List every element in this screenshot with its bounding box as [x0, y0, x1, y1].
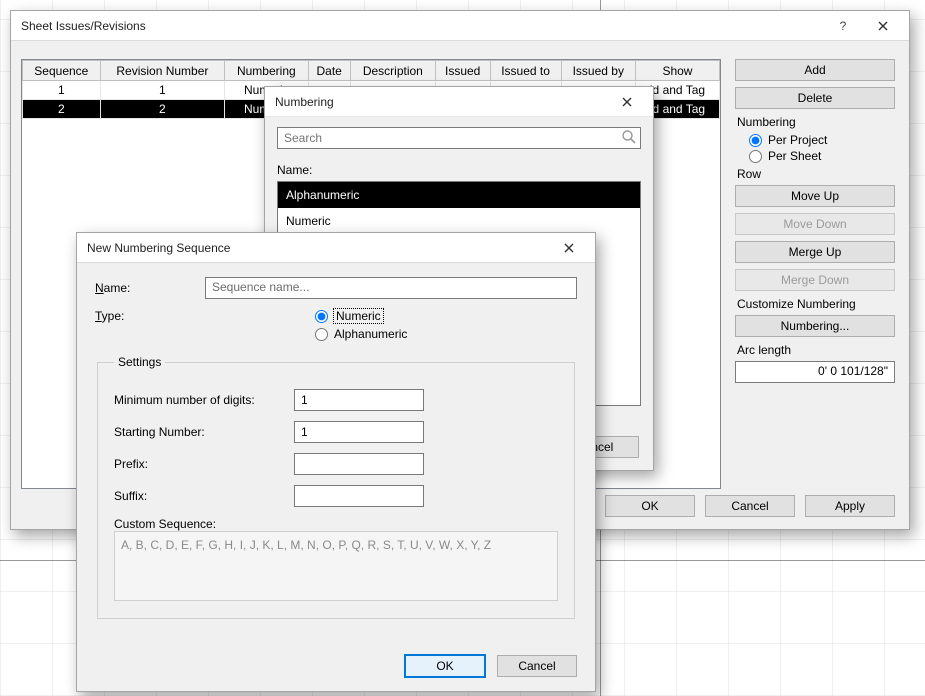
type-numeric-radio[interactable]: Numeric: [315, 309, 407, 323]
apply-button[interactable]: Apply: [805, 495, 895, 517]
col-revnum[interactable]: Revision Number: [100, 61, 224, 81]
titlebar[interactable]: Numbering: [265, 87, 653, 117]
close-icon: [564, 243, 574, 253]
move-down-button: Move Down: [735, 213, 895, 235]
list-item[interactable]: Numeric: [278, 208, 640, 234]
custom-sequence-box: A, B, C, D, E, F, G, H, I, J, K, L, M, N…: [114, 531, 558, 601]
numbering-group-label: Numbering: [737, 115, 895, 129]
prefix-input[interactable]: [294, 453, 424, 475]
name-label: Name:: [95, 281, 205, 295]
close-button[interactable]: [607, 88, 647, 116]
close-button[interactable]: [863, 12, 903, 40]
type-label: Type:: [95, 309, 205, 323]
delete-button[interactable]: Delete: [735, 87, 895, 109]
dialog-title: Sheet Issues/Revisions: [21, 19, 823, 33]
per-project-radio[interactable]: Per Project: [749, 133, 895, 147]
dialog-title: New Numbering Sequence: [87, 241, 549, 255]
col-issuedto[interactable]: Issued to: [490, 61, 561, 81]
arc-length-label: Arc length: [737, 343, 895, 357]
col-show[interactable]: Show: [635, 61, 719, 81]
dialog-title: Numbering: [275, 95, 607, 109]
starting-number-input[interactable]: [294, 421, 424, 443]
add-button[interactable]: Add: [735, 59, 895, 81]
starting-number-label: Starting Number:: [114, 425, 294, 439]
custom-sequence-label: Custom Sequence:: [114, 517, 216, 531]
min-digits-label: Minimum number of digits:: [114, 393, 294, 407]
col-desc[interactable]: Description: [350, 61, 435, 81]
merge-down-button: Merge Down: [735, 269, 895, 291]
col-issued[interactable]: Issued: [435, 61, 490, 81]
close-icon: [622, 97, 632, 107]
row-group-label: Row: [737, 167, 895, 181]
close-button[interactable]: [549, 234, 589, 262]
col-sequence[interactable]: Sequence: [23, 61, 101, 81]
customize-numbering-button[interactable]: Numbering...: [735, 315, 895, 337]
name-label: Name:: [277, 163, 641, 177]
help-button[interactable]: ?: [823, 12, 863, 40]
col-issuedby[interactable]: Issued by: [561, 61, 635, 81]
titlebar[interactable]: New Numbering Sequence: [77, 233, 595, 263]
search-input[interactable]: [277, 127, 641, 149]
prefix-label: Prefix:: [114, 457, 294, 471]
settings-legend: Settings: [114, 355, 165, 369]
suffix-input[interactable]: [294, 485, 424, 507]
arc-length-input[interactable]: 0' 0 101/128": [735, 361, 895, 383]
cancel-button[interactable]: Cancel: [705, 495, 795, 517]
ok-button[interactable]: OK: [405, 655, 485, 677]
type-alphanumeric-radio[interactable]: Alphanumeric: [315, 327, 407, 341]
col-numbering[interactable]: Numbering: [225, 61, 308, 81]
titlebar[interactable]: Sheet Issues/Revisions ?: [11, 11, 909, 41]
ok-button[interactable]: OK: [605, 495, 695, 517]
new-numbering-sequence-dialog: New Numbering Sequence Name: Sequence na…: [76, 232, 596, 692]
merge-up-button[interactable]: Merge Up: [735, 241, 895, 263]
sequence-name-input[interactable]: Sequence name...: [205, 277, 577, 299]
cancel-button[interactable]: Cancel: [497, 655, 577, 677]
close-icon: [878, 21, 888, 31]
col-date[interactable]: Date: [308, 61, 350, 81]
move-up-button[interactable]: Move Up: [735, 185, 895, 207]
list-item[interactable]: Alphanumeric: [278, 182, 640, 208]
search-icon: [621, 129, 637, 145]
suffix-label: Suffix:: [114, 489, 294, 503]
per-sheet-radio[interactable]: Per Sheet: [749, 149, 895, 163]
customize-group-label: Customize Numbering: [737, 297, 895, 311]
settings-group: Settings Minimum number of digits: Start…: [97, 355, 575, 619]
min-digits-input[interactable]: [294, 389, 424, 411]
